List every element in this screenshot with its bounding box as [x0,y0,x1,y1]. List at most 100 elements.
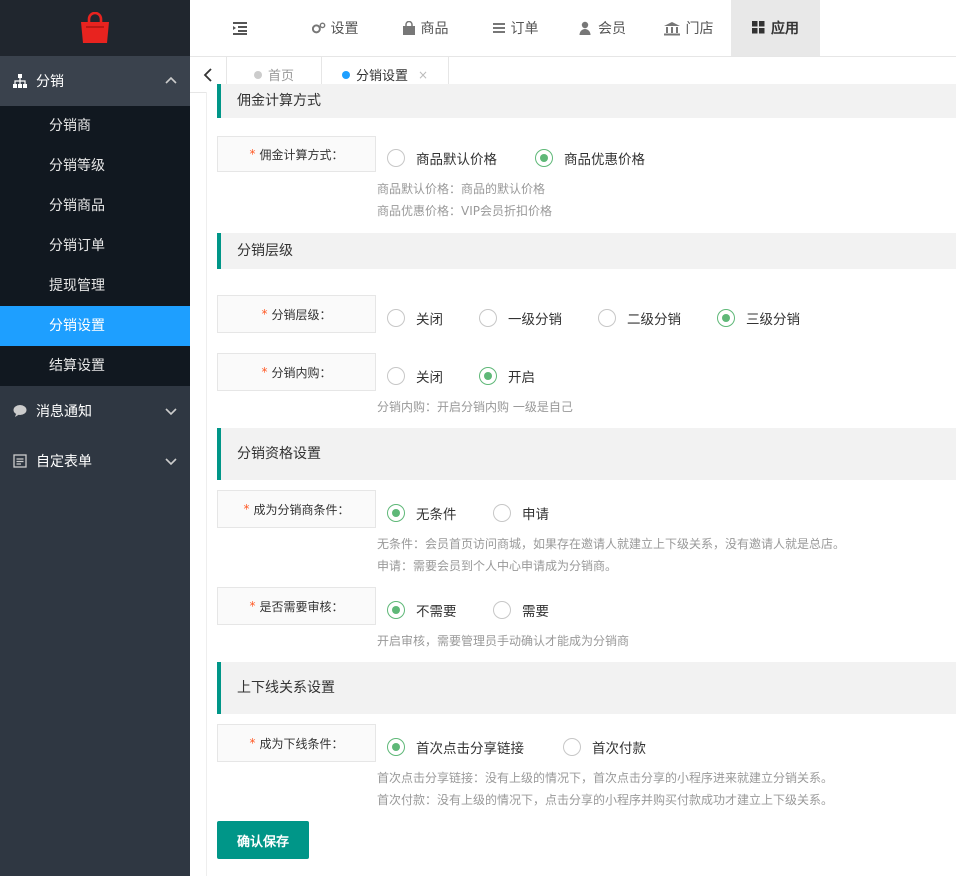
sidebar-group-label: 分销 [36,74,64,90]
radio-self-purchase-on[interactable]: 开启 [479,366,535,386]
topnav-settings[interactable]: 设置 [290,0,380,56]
radio-circle [479,309,497,327]
chat-bubble-icon [12,403,28,419]
topnav-apps[interactable]: 应用 [731,0,820,56]
radio-circle [387,738,405,756]
radio-circle [387,601,405,619]
become-distributor-condition-label: * 成为分销商条件： [217,490,376,528]
radio-commission-default-price[interactable]: 商品默认价格 [387,148,497,168]
radio-downline-first-click[interactable]: 首次点击分享链接 [387,737,524,757]
tab-label: 首页 [267,69,294,84]
topnav-label: 会员 [598,21,626,37]
topnav-label: 门店 [685,21,714,37]
radio-circle [535,149,553,167]
user-icon [579,21,593,35]
bank-icon [663,21,681,36]
shopping-bag-logo-icon [81,12,109,43]
hint-commission-discount: 商品优惠价格：VIP会员折扣价格 [377,204,552,218]
radio-condition-none[interactable]: 无条件 [387,503,457,523]
require-audit-label: * 是否需要审核： [217,587,376,625]
hint-downline-first-payment: 首次付款：没有上级的情况下，点击分享的小程序并购买付款成功才建立上下级关系。 [377,793,834,807]
sidebar-toggle-button[interactable] [190,0,290,56]
main-content: 佣金计算方式 * 佣金计算方式： 商品默认价格 商品优惠价格 商品默认价格：商品… [206,84,956,876]
radio-condition-apply[interactable]: 申请 [493,503,549,523]
sitemap-icon [12,73,28,89]
sidebar-group-label: 自定表单 [36,454,92,470]
list-icon [492,21,506,35]
radio-circle [387,504,405,522]
gears-icon [311,21,326,35]
hint-downline-first-click: 首次点击分享链接：没有上级的情况下，首次点击分享的小程序进来就建立分销关系。 [377,771,834,785]
radio-circle [493,504,511,522]
radio-downline-first-payment[interactable]: 首次付款 [563,737,646,757]
tab-label: 分销设置 [355,69,408,84]
radio-audit-no[interactable]: 不需要 [387,600,457,620]
topnav-label: 商品 [420,21,449,37]
radio-circle [493,601,511,619]
become-downline-condition-label: * 成为下线条件： [217,724,376,762]
topnav-label: 订单 [510,21,539,37]
radio-audit-yes[interactable]: 需要 [493,600,549,620]
radio-circle [563,738,581,756]
indent-icon [233,22,247,35]
sidebar-item-settings[interactable]: 分销设置 [0,306,190,346]
hint-condition-none: 无条件：会员首页访问商城，如果存在邀请人就建立上下级关系，没有邀请人就是总店。 [377,537,846,551]
topnav-orders[interactable]: 订单 [470,0,560,56]
radio-level-one[interactable]: 一级分销 [479,308,562,328]
sidebar-item-distributors[interactable]: 分销商 [0,106,190,146]
radio-commission-discount-price[interactable]: 商品优惠价格 [535,148,645,168]
section-title-qualification: 分销资格设置 [217,428,956,480]
radio-circle [717,309,735,327]
radio-self-purchase-off[interactable]: 关闭 [387,366,443,386]
required-mark: * [249,599,256,613]
section-title-relation: 上下线关系设置 [217,662,956,714]
sidebar-item-withdraw[interactable]: 提现管理 [0,266,190,306]
required-mark: * [249,736,256,750]
topnav-stores[interactable]: 门店 [645,0,731,56]
required-mark: * [249,147,256,161]
hint-self-purchase: 分销内购：开启分销内购 一级是自己 [377,400,573,414]
section-title-commission: 佣金计算方式 [217,84,956,118]
section-title-level: 分销层级 [217,233,956,269]
radio-circle [387,149,405,167]
tab-dot [253,70,262,79]
required-mark: * [261,365,268,379]
hint-audit: 开启审核，需要管理员手动确认才能成为分销商 [377,634,630,648]
sidebar-group-messages[interactable]: 消息通知 [0,386,190,436]
radio-level-two[interactable]: 二级分销 [598,308,681,328]
radio-circle [387,309,405,327]
sidebar-item-products[interactable]: 分销商品 [0,186,190,226]
chevron-down-icon [165,408,177,416]
tab-close-icon[interactable]: × [418,68,428,82]
radio-circle [598,309,616,327]
self-purchase-label: * 分销内购： [217,353,376,391]
hint-condition-apply: 申请：需要会员到个人中心申请成为分销商。 [377,559,618,573]
sidebar-item-levels[interactable]: 分销等级 [0,146,190,186]
topnav-members[interactable]: 会员 [560,0,645,56]
hint-commission-default: 商品默认价格：商品的默认价格 [377,182,546,196]
radio-level-three[interactable]: 三级分销 [717,308,800,328]
form-icon [12,453,28,469]
sidebar: 分销 分销商 分销等级 分销商品 分销订单 提现管理 分销设置 结算设置 消息通… [0,0,190,876]
required-mark: * [243,502,250,516]
sidebar-group-label: 消息通知 [36,404,92,420]
shopping-bag-icon [402,21,416,35]
topnav-label: 应用 [771,21,799,37]
radio-level-off[interactable]: 关闭 [387,308,443,328]
sidebar-item-settlement[interactable]: 结算设置 [0,346,190,386]
topnav-label: 设置 [330,21,359,37]
topnav-products[interactable]: 商品 [380,0,470,56]
top-navbar: 设置 商品 订单 会员 门店 应用 [190,0,956,57]
sidebar-group-distribution[interactable]: 分销 [0,56,190,106]
chevron-down-icon [165,458,177,466]
apps-grid-icon [752,21,766,35]
chevron-up-icon [165,76,177,84]
sidebar-item-orders[interactable]: 分销订单 [0,226,190,266]
sidebar-group-custom-form[interactable]: 自定表单 [0,436,190,486]
save-button[interactable]: 确认保存 [217,821,309,859]
commission-method-label: * 佣金计算方式： [217,136,376,172]
distribution-level-label: * 分销层级： [217,295,376,333]
logo[interactable] [0,0,190,56]
radio-circle [479,367,497,385]
sidebar-subnav: 分销商 分销等级 分销商品 分销订单 提现管理 分销设置 结算设置 [0,106,190,386]
